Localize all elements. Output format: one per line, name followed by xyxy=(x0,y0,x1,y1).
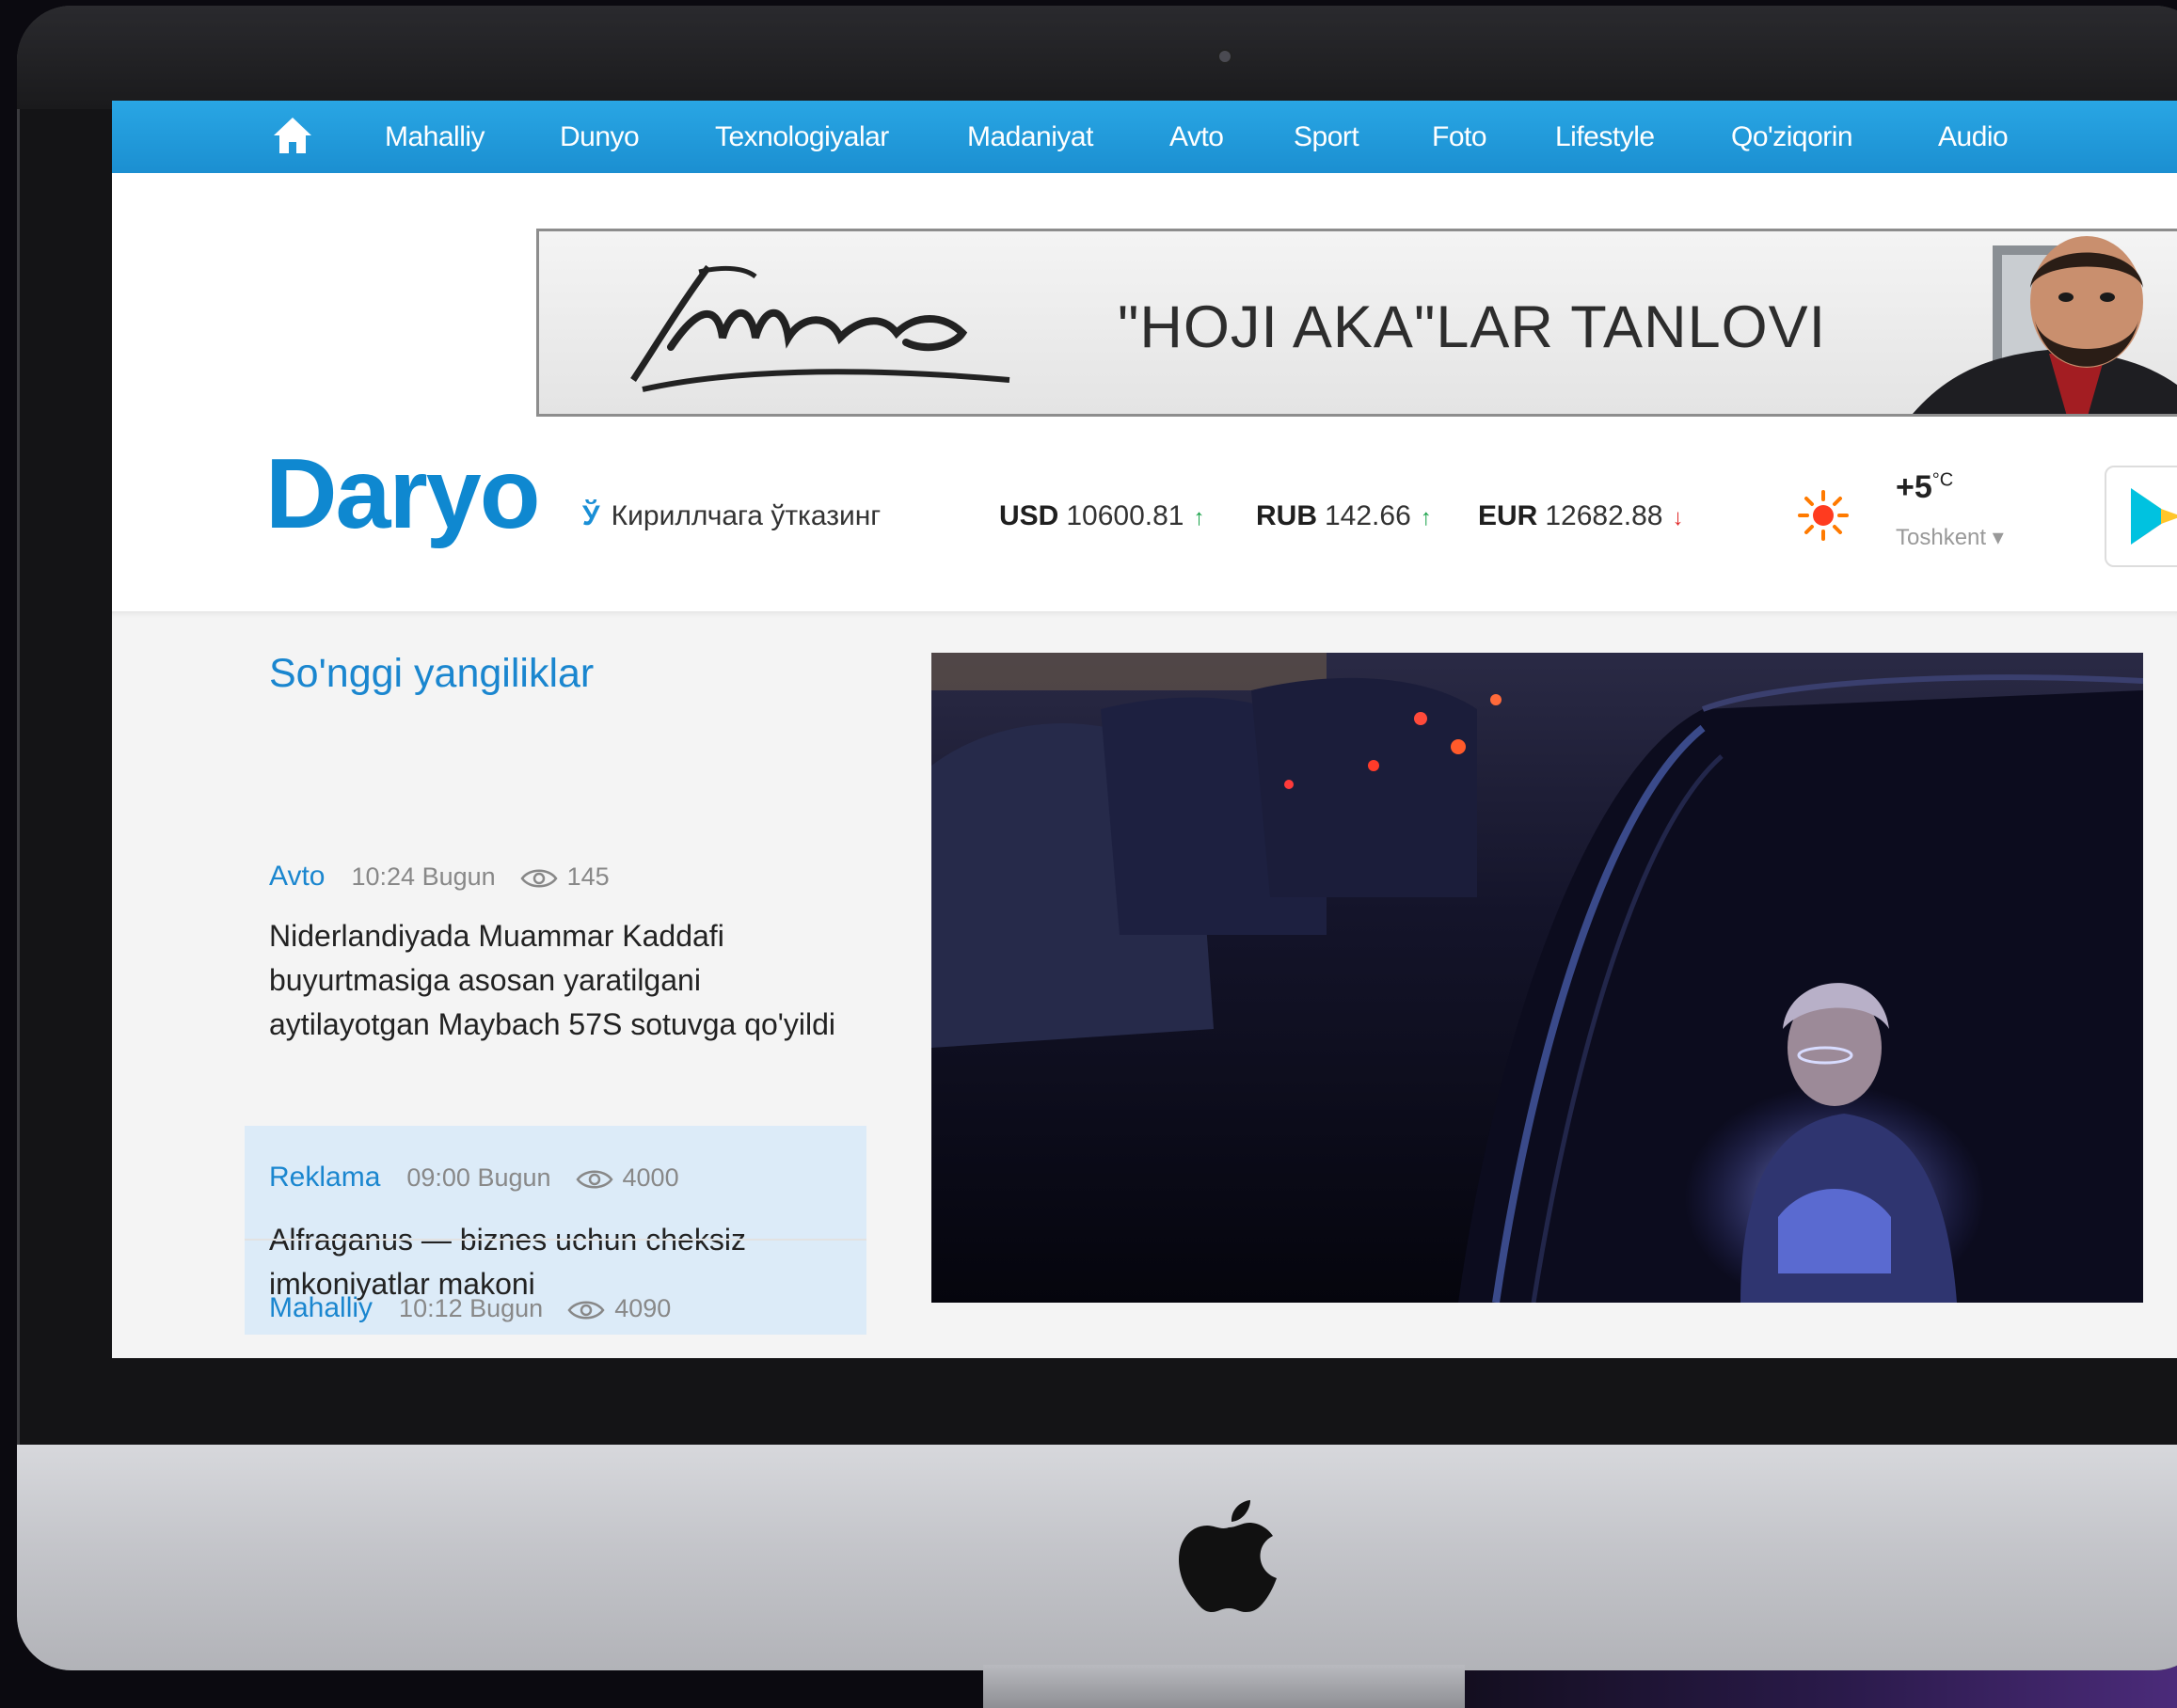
nav-item-dunyo[interactable]: Dunyo xyxy=(560,121,640,153)
news-title[interactable]: Niderlandiyada Muammar Kaddafi buyurtmas… xyxy=(269,914,843,1047)
rate-usd-value: 10600.81 xyxy=(1066,500,1184,531)
monitor-bezel xyxy=(17,6,2177,109)
rate-rub-value: 142.66 xyxy=(1325,500,1411,531)
news-views: 4000 xyxy=(622,1163,679,1192)
arrow-up-icon: ↑ xyxy=(1193,505,1205,530)
news-meta: Avto 10:24 Bugun 145 xyxy=(269,861,610,893)
script-toggle-link[interactable]: Ў Кириллчага ўтказинг xyxy=(582,500,881,532)
news-category[interactable]: Reklama xyxy=(269,1162,380,1193)
news-category[interactable]: Avto xyxy=(269,861,326,892)
eye-icon xyxy=(520,869,558,888)
news-item[interactable]: Mahalliy 10:12 Bugun 4090 xyxy=(245,1241,866,1358)
script-toggle-label: Кириллчага ўтказинг xyxy=(611,500,882,531)
eye-icon xyxy=(567,1301,605,1320)
rate-rub-code: RUB xyxy=(1256,500,1317,531)
nav-item-mahalliy[interactable]: Mahalliy xyxy=(385,121,485,153)
eye-icon xyxy=(575,1170,613,1189)
news-item[interactable]: Avto 10:24 Bugun 145 Niderlandiyada Muamma… xyxy=(245,748,866,1105)
apple-logo-icon xyxy=(1179,1500,1277,1612)
script-letter: Ў xyxy=(582,500,600,531)
rate-usd: USD 10600.81 ↑ xyxy=(999,500,1204,532)
google-play-button[interactable] xyxy=(2105,466,2177,567)
ad-person-image xyxy=(1913,236,2177,414)
weather-temp: +5°C xyxy=(1896,469,1953,506)
news-views: 145 xyxy=(566,862,610,891)
news-time: 09:00 Bugun xyxy=(406,1163,551,1192)
latest-news-title[interactable]: So'nggi yangiliklar xyxy=(269,651,594,697)
news-views: 4090 xyxy=(614,1294,672,1322)
nav-item-qoziqorin[interactable]: Qo'ziqorin xyxy=(1731,121,1853,153)
news-meta: Reklama 09:00 Bugun 4000 xyxy=(269,1162,679,1194)
ad-banner[interactable]: "HOJI AKA"LAR TANLOVI xyxy=(536,229,2177,417)
rate-eur-value: 12682.88 xyxy=(1545,500,1663,531)
rate-eur-code: EUR xyxy=(1478,500,1538,531)
google-play-icon xyxy=(2131,488,2177,545)
news-meta: Mahalliy 10:12 Bugun 4090 xyxy=(269,1292,671,1324)
site-logo[interactable]: Daryo xyxy=(265,444,540,544)
nav-item-lifestyle[interactable]: Lifestyle xyxy=(1555,121,1655,153)
rate-eur: EUR 12682.88 ↓ xyxy=(1478,500,1683,532)
monitor-stand xyxy=(983,1665,1465,1708)
news-category[interactable]: Mahalliy xyxy=(269,1292,373,1323)
featured-news-photo[interactable] xyxy=(931,653,2143,1303)
nav-item-foto[interactable]: Foto xyxy=(1432,121,1487,153)
nav-item-audio[interactable]: Audio xyxy=(1938,121,2009,153)
arrow-down-icon: ↓ xyxy=(1672,505,1684,530)
main-navbar: Mahalliy Dunyo Texnologiyalar Madaniyat … xyxy=(112,101,2177,173)
news-time: 10:24 Bugun xyxy=(351,862,496,891)
rate-usd-code: USD xyxy=(999,500,1059,531)
browser-screen: Mahalliy Dunyo Texnologiyalar Madaniyat … xyxy=(112,101,2177,1358)
home-icon[interactable] xyxy=(271,115,314,156)
weather-unit: °C xyxy=(1931,469,1954,491)
weather-city-select[interactable]: Toshkent ▾ xyxy=(1896,524,2004,551)
rate-rub: RUB 142.66 ↑ xyxy=(1256,500,1432,532)
arrow-up-icon: ↑ xyxy=(1420,505,1432,530)
imzo-logo xyxy=(630,264,1010,392)
nav-item-texnologiyalar[interactable]: Texnologiyalar xyxy=(715,121,889,153)
nav-item-sport[interactable]: Sport xyxy=(1294,121,1359,153)
nav-item-avto[interactable]: Avto xyxy=(1169,121,1224,153)
weather-temp-value: +5 xyxy=(1896,469,1932,505)
ad-text: "HOJI AKA"LAR TANLOVI xyxy=(1118,294,1827,360)
monitor-chin xyxy=(17,1445,2177,1670)
news-time: 10:12 Bugun xyxy=(399,1294,544,1322)
camera-icon xyxy=(1217,49,1232,64)
nav-item-madaniyat[interactable]: Madaniyat xyxy=(967,121,1093,153)
sun-icon xyxy=(1798,490,1849,541)
